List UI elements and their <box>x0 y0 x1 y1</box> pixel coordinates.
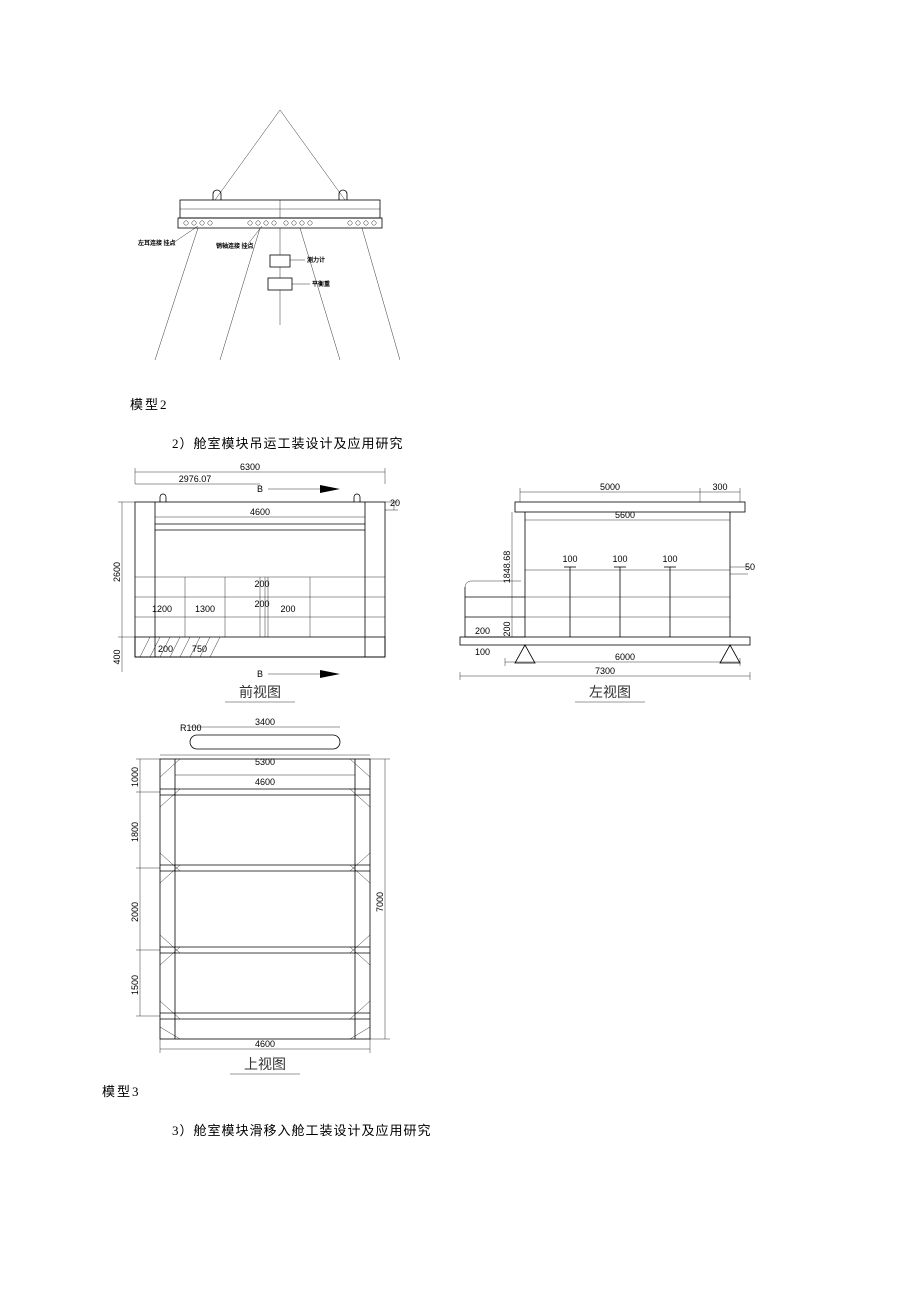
svg-text:4600: 4600 <box>250 507 270 517</box>
model3-section: 6300 2976.07 B 20 4600 <box>100 462 860 1100</box>
svg-text:200: 200 <box>158 644 173 654</box>
svg-text:2000: 2000 <box>130 902 140 922</box>
svg-text:200: 200 <box>254 599 269 609</box>
model2-right-label2: 平衡重 <box>312 280 330 288</box>
model2-section: 左耳连接 挂点 销轴连接 挂点 测力计 平衡重 模型2 <box>100 100 860 413</box>
heading2: 2）舱室模块吊运工装设计及应用研究 <box>172 433 860 452</box>
heading3: 3）舱室模块滑移入舱工装设计及应用研究 <box>172 1120 860 1139</box>
model2-svg: 左耳连接 挂点 销轴连接 挂点 测力计 平衡重 <box>100 100 400 390</box>
svg-text:1848.68: 1848.68 <box>502 551 512 584</box>
svg-text:1500: 1500 <box>130 975 140 995</box>
svg-text:4600: 4600 <box>255 1039 275 1049</box>
svg-text:6000: 6000 <box>615 652 635 662</box>
svg-text:R100: R100 <box>180 723 202 733</box>
left-view-label: 左视图 <box>589 685 631 701</box>
svg-text:6300: 6300 <box>240 462 260 472</box>
svg-text:1200: 1200 <box>152 604 172 614</box>
svg-text:5600: 5600 <box>615 510 635 520</box>
model2-left-label: 左耳连接 挂点 <box>137 239 176 247</box>
svg-text:B: B <box>257 484 263 494</box>
svg-text:100: 100 <box>662 554 677 564</box>
svg-text:200: 200 <box>475 626 490 636</box>
model3-caption: 模型3 <box>102 1081 860 1100</box>
svg-text:B: B <box>257 669 263 679</box>
svg-text:7300: 7300 <box>595 666 615 676</box>
svg-text:3400: 3400 <box>255 717 275 727</box>
model2-caption: 模型2 <box>130 394 860 413</box>
svg-text:7000: 7000 <box>375 892 385 912</box>
model2-mid-label: 销轴连接 挂点 <box>216 242 254 250</box>
svg-text:200: 200 <box>502 621 512 636</box>
top-view-label: 上视图 <box>244 1057 286 1073</box>
front-view-label: 前视图 <box>239 684 281 701</box>
svg-text:2976.07: 2976.07 <box>179 474 212 484</box>
svg-text:300: 300 <box>712 482 727 492</box>
svg-text:20: 20 <box>390 498 400 508</box>
svg-text:1800: 1800 <box>130 822 140 842</box>
svg-text:2600: 2600 <box>112 562 122 582</box>
svg-text:400: 400 <box>112 649 122 664</box>
model3-topview-svg: R100 3400 5300 4600 <box>100 717 430 1077</box>
svg-text:5300: 5300 <box>255 757 275 767</box>
svg-text:4600: 4600 <box>255 777 275 787</box>
svg-text:200: 200 <box>254 579 269 589</box>
svg-text:200: 200 <box>280 604 295 614</box>
svg-text:100: 100 <box>612 554 627 564</box>
svg-text:1000: 1000 <box>130 767 140 787</box>
svg-text:100: 100 <box>562 554 577 564</box>
svg-text:100: 100 <box>475 647 490 657</box>
model3-row1-svg: 6300 2976.07 B 20 4600 <box>100 462 800 717</box>
svg-text:5000: 5000 <box>600 482 620 492</box>
svg-text:1300: 1300 <box>195 604 215 614</box>
model2-right-label1: 测力计 <box>307 256 325 264</box>
svg-text:750: 750 <box>192 644 207 654</box>
